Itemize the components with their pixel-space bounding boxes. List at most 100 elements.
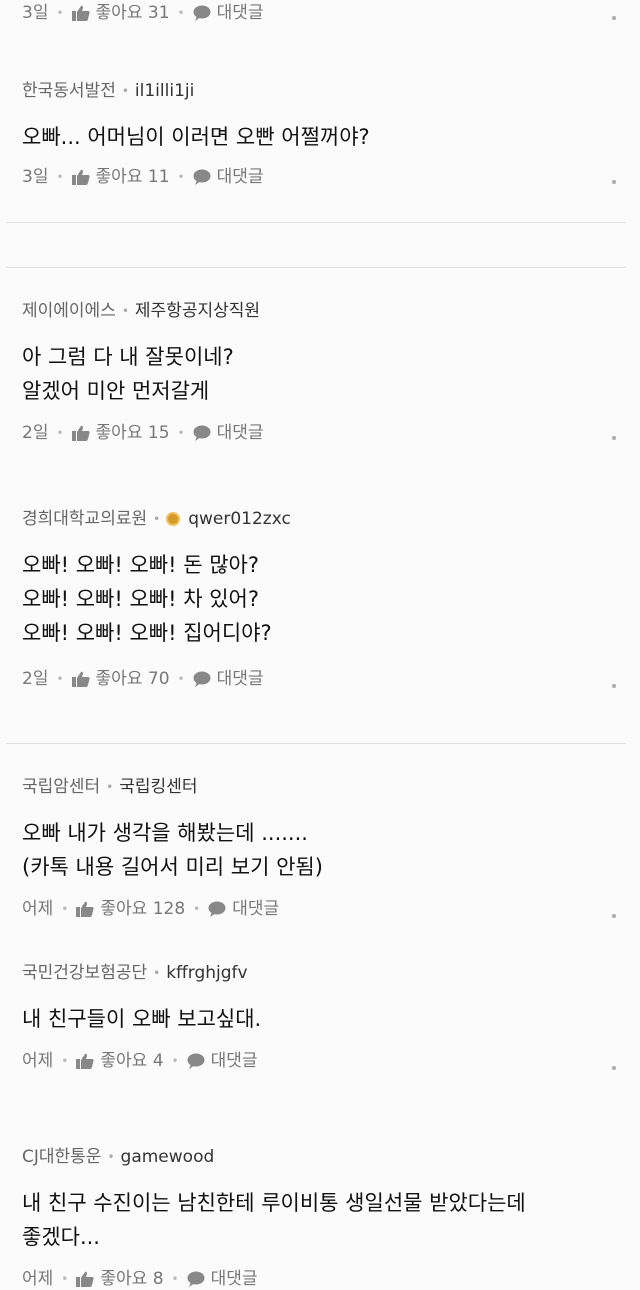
comment-body: 오빠 내가 생각을 해봤는데 ....... (카톡 내용 길어서 미리 보기 … xyxy=(22,816,323,884)
author-org: 제이에이에스 xyxy=(22,301,116,321)
like-count: 4 xyxy=(152,1051,164,1071)
thumbs-up-icon xyxy=(71,5,90,21)
speech-bubble-icon xyxy=(193,5,211,21)
comment-body: 오빠! 오빠! 오빠! 돈 많아? 오빠! 오빠! 오빠! 차 있어? 오빠! … xyxy=(22,548,272,650)
like-button[interactable]: 좋아요 4 xyxy=(76,1050,164,1072)
reply-button[interactable]: 대댓글 xyxy=(208,898,279,920)
thumbs-up-icon xyxy=(76,1271,94,1287)
comment-actions: 3일 • 좋아요 31 • 대댓글 xyxy=(22,2,264,24)
like-label: 좋아요 xyxy=(95,3,143,23)
thumbs-up-icon xyxy=(71,425,90,441)
reply-label: 대댓글 xyxy=(216,167,264,187)
like-button[interactable]: 좋아요 70 xyxy=(71,668,170,690)
reply-button[interactable]: 대댓글 xyxy=(187,1268,258,1290)
speech-bubble-icon xyxy=(193,671,211,687)
comment-time: 어제 xyxy=(22,899,54,919)
speech-bubble-icon xyxy=(193,169,211,185)
author-username[interactable]: 제주항공지상직원 xyxy=(135,300,260,322)
more-options-icon[interactable] xyxy=(612,436,616,440)
reply-label: 대댓글 xyxy=(232,899,280,919)
like-count: 15 xyxy=(147,423,170,443)
author-username[interactable]: qwer012zxc xyxy=(188,508,291,530)
author-org: CJ대한통운 xyxy=(22,1147,102,1167)
comment-author: 경희대학교의료원 • qwer012zxc xyxy=(22,508,291,530)
comment-body: 내 친구들이 오빠 보고싶대. xyxy=(22,1002,261,1036)
reply-button[interactable]: 대댓글 xyxy=(193,166,264,188)
more-options-icon[interactable] xyxy=(612,684,616,688)
comment-line: 오빠... 어머님이 이러면 오빤 어쩔꺼야? xyxy=(22,125,370,149)
section-divider xyxy=(6,222,626,223)
more-options-icon[interactable] xyxy=(612,914,616,918)
thumbs-up-icon xyxy=(71,169,90,185)
like-button[interactable]: 좋아요 31 xyxy=(71,2,170,24)
comment-actions: 어제 • 좋아요 8 • 대댓글 xyxy=(22,1268,258,1290)
comment-line: 오빠! 오빠! 오빠! 돈 많아? xyxy=(22,553,259,577)
reply-button[interactable]: 대댓글 xyxy=(193,2,264,24)
comment-time: 어제 xyxy=(22,1269,54,1289)
comment-author: CJ대한통운 • gamewood xyxy=(22,1146,215,1168)
like-count: 8 xyxy=(152,1269,164,1289)
section-divider xyxy=(6,267,626,268)
comment-line: (카톡 내용 길어서 미리 보기 안됨) xyxy=(22,855,323,879)
thumbs-up-icon xyxy=(71,671,90,687)
reply-label: 대댓글 xyxy=(216,423,264,443)
comment-line: 내 친구 수진이는 남친한테 루이비통 생일선물 받았다는데 xyxy=(22,1191,526,1215)
comment-author: 국립암센터 • 국립킹센터 xyxy=(22,776,198,798)
comment-line: 알겠어 미안 먼저갈게 xyxy=(22,379,210,403)
comment-body: 아 그럼 다 내 잘못이네? 알겠어 미안 먼저갈게 xyxy=(22,340,234,408)
comment-body: 오빠... 어머님이 이러면 오빤 어쩔꺼야? xyxy=(22,120,370,154)
reply-label: 대댓글 xyxy=(210,1051,258,1071)
speech-bubble-icon xyxy=(193,425,211,441)
more-options-icon[interactable] xyxy=(612,1066,616,1070)
author-username[interactable]: 국립킹센터 xyxy=(119,776,197,798)
comment-body: 내 친구 수진이는 남친한테 루이비통 생일선물 받았다는데 좋겠다... xyxy=(22,1186,526,1254)
comment-author: 한국동서발전 • il1illi1ji xyxy=(22,80,195,102)
more-options-icon[interactable] xyxy=(612,180,616,184)
comment-line: 오빠! 오빠! 오빠! 차 있어? xyxy=(22,587,259,611)
author-org: 경희대학교의료원 xyxy=(22,509,148,529)
like-button[interactable]: 좋아요 128 xyxy=(76,898,185,920)
author-username[interactable]: il1illi1ji xyxy=(135,80,194,102)
reply-label: 대댓글 xyxy=(210,1269,258,1289)
comment-line: 오빠 내가 생각을 해봤는데 ....... xyxy=(22,821,308,845)
like-button[interactable]: 좋아요 15 xyxy=(71,422,170,444)
comment-actions: 2일 • 좋아요 70 • 대댓글 xyxy=(22,668,264,690)
comment-time: 3일 xyxy=(22,3,49,23)
author-username[interactable]: kffrghjgfv xyxy=(166,962,247,984)
section-divider xyxy=(6,743,626,744)
like-button[interactable]: 좋아요 8 xyxy=(76,1268,164,1290)
like-label: 좋아요 xyxy=(95,167,143,187)
like-count: 128 xyxy=(152,899,186,919)
comment-actions: 2일 • 좋아요 15 • 대댓글 xyxy=(22,422,264,444)
comment-author: 국민건강보험공단 • kffrghjgfv xyxy=(22,962,248,984)
like-label: 좋아요 xyxy=(95,423,143,443)
like-label: 좋아요 xyxy=(95,669,143,689)
comment-actions: 3일 • 좋아요 11 • 대댓글 xyxy=(22,166,264,188)
reply-button[interactable]: 대댓글 xyxy=(193,668,264,690)
author-org: 국립암센터 xyxy=(22,777,101,797)
reply-label: 대댓글 xyxy=(216,669,264,689)
reply-button[interactable]: 대댓글 xyxy=(193,422,264,444)
speech-bubble-icon xyxy=(187,1271,205,1287)
comment-time: 2일 xyxy=(22,423,49,443)
more-options-icon[interactable] xyxy=(612,16,616,20)
like-button[interactable]: 좋아요 11 xyxy=(71,166,170,188)
like-label: 좋아요 xyxy=(100,1269,148,1289)
comment-time: 2일 xyxy=(22,669,49,689)
comment-line: 아 그럼 다 내 잘못이네? xyxy=(22,345,234,369)
comment-time: 어제 xyxy=(22,1051,54,1071)
author-org: 국민건강보험공단 xyxy=(22,963,148,983)
thumbs-up-icon xyxy=(76,901,94,917)
speech-bubble-icon xyxy=(187,1053,205,1069)
reply-button[interactable]: 대댓글 xyxy=(187,1050,258,1072)
like-count: 70 xyxy=(147,669,170,689)
user-badge-icon xyxy=(166,512,181,526)
speech-bubble-icon xyxy=(208,901,226,917)
comment-line: 내 친구들이 오빠 보고싶대. xyxy=(22,1007,262,1031)
comment-actions: 어제 • 좋아요 4 • 대댓글 xyxy=(22,1050,258,1072)
comment-line: 좋겠다... xyxy=(22,1225,100,1249)
like-label: 좋아요 xyxy=(100,1051,148,1071)
author-username[interactable]: gamewood xyxy=(121,1146,215,1168)
like-count: 11 xyxy=(147,167,170,187)
comment-author: 제이에이에스 • 제주항공지상직원 xyxy=(22,300,261,322)
